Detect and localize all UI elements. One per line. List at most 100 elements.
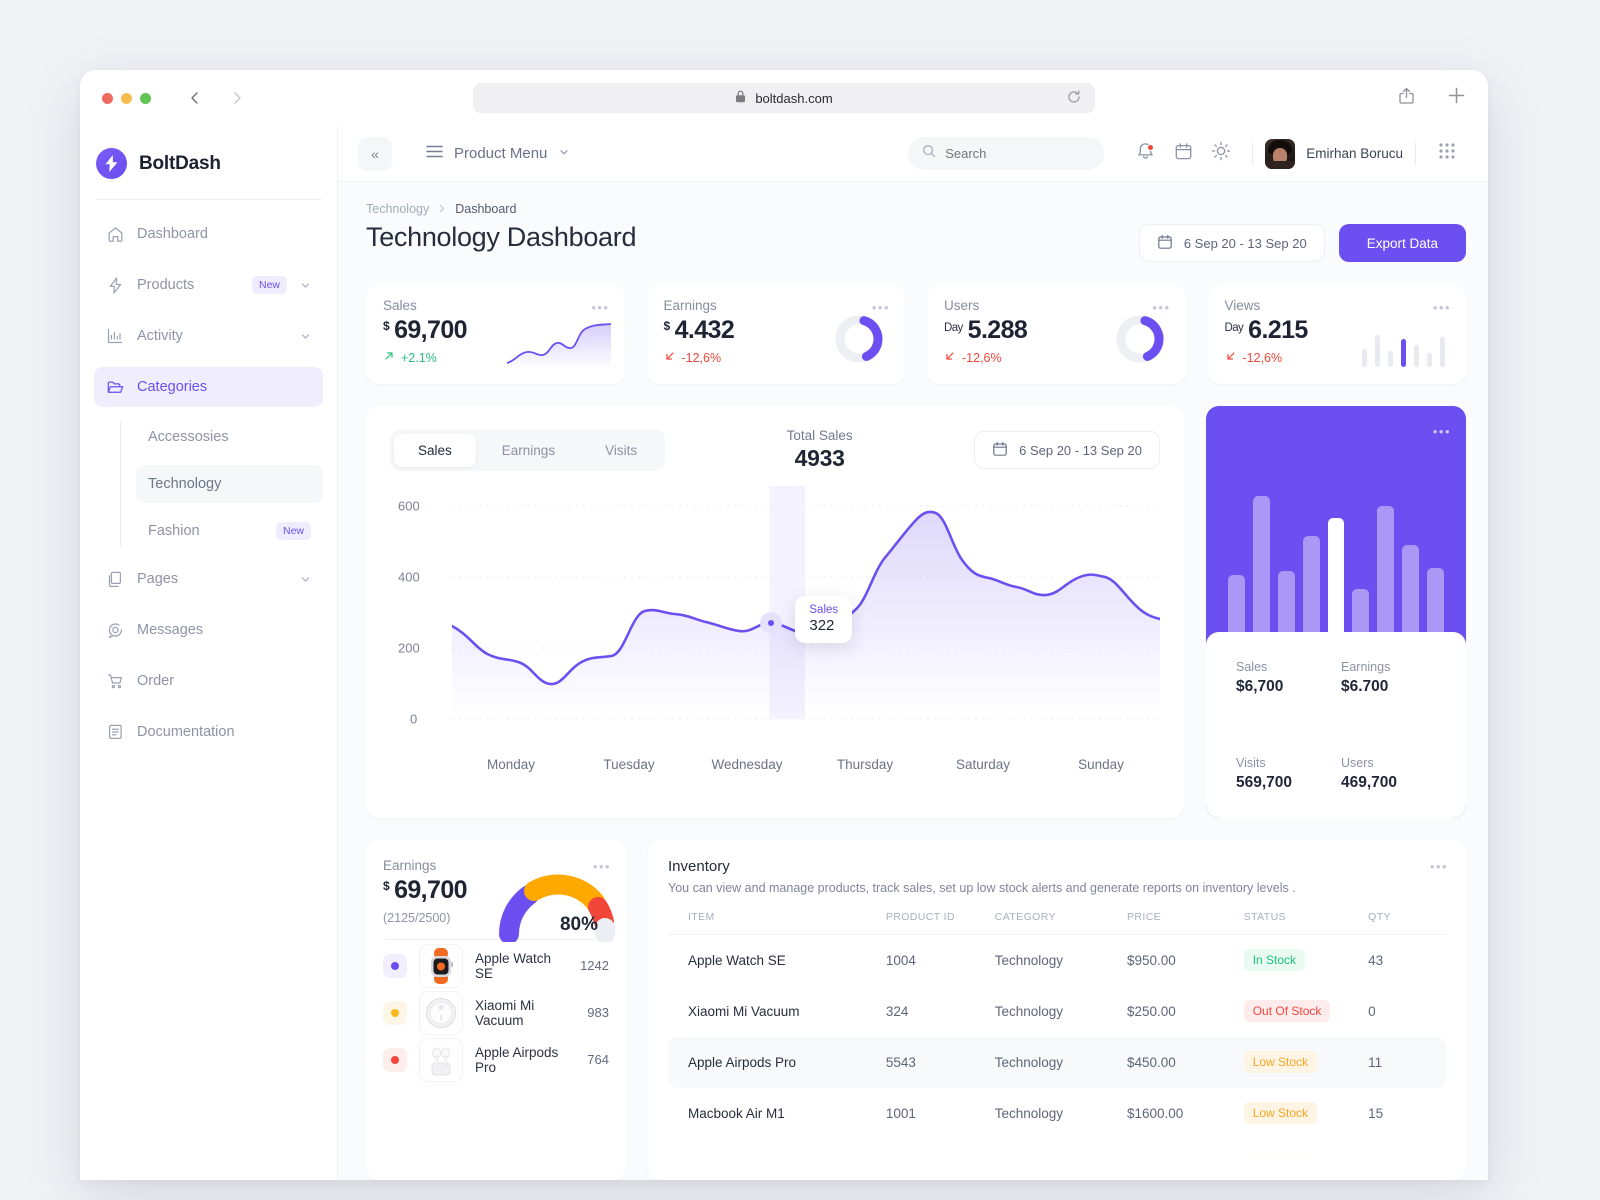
cell-qty: 0: [1368, 1003, 1376, 1019]
sidebar-subitem-label: Accessosies: [148, 429, 229, 445]
sidebar-item-accessosies[interactable]: Accessosies: [136, 418, 323, 456]
x-tick-label: Thursday: [836, 757, 894, 772]
total-sales: Total Sales 4933: [787, 428, 853, 472]
color-dot-badge: [383, 953, 407, 978]
sidebar: BoltDash Dashboard Products New Activity…: [80, 126, 338, 1180]
theme-toggle-button[interactable]: [1202, 135, 1240, 173]
browser-window: boltdash.com BoltDash Dashboard Products…: [80, 70, 1488, 1180]
more-dots-icon[interactable]: •••: [1433, 424, 1451, 439]
list-item[interactable]: Xiaomi Mi Vacuum 983: [383, 989, 609, 1036]
search-box[interactable]: [908, 137, 1105, 170]
sidebar-item-technology[interactable]: Technology: [136, 465, 323, 503]
stat-card-views: Views ••• Day 6.215 -12,6%: [1207, 284, 1466, 384]
column-header-price[interactable]: PRICE: [1127, 911, 1244, 935]
sidebar-item-label: Dashboard: [137, 226, 208, 242]
brand[interactable]: BoltDash: [80, 126, 337, 199]
table-row[interactable]: Macbook Air M1 1001 Accessories $65.00 L…: [668, 1139, 1446, 1181]
search-icon: [922, 144, 936, 163]
earnings-value: 69,700: [394, 876, 467, 904]
bar: [1377, 506, 1395, 638]
chart-hover-point[interactable]: [760, 611, 783, 634]
chevron-down-icon[interactable]: [300, 574, 311, 585]
tab-sales[interactable]: Sales: [394, 433, 476, 467]
column-header-status[interactable]: STATUS: [1244, 911, 1368, 935]
tab-earnings[interactable]: Earnings: [478, 434, 579, 467]
sidebar-item-dashboard[interactable]: Dashboard: [94, 214, 323, 254]
column-header-category[interactable]: CATEGORY: [995, 911, 1127, 935]
stat-card-users: Users ••• Day 5.288 -12,6%: [927, 284, 1186, 384]
stat-delta-value: -12,6%: [681, 350, 722, 365]
breadcrumb-current: Dashboard: [455, 202, 517, 216]
chevron-down-icon[interactable]: [558, 145, 570, 162]
earnings-gauge-card: ••• Earnings $ 69,700 (2125/2500) 80% Ap…: [366, 840, 626, 1180]
notifications-button[interactable]: [1126, 135, 1164, 173]
minimize-window-button[interactable]: [121, 92, 132, 104]
forward-arrow-icon[interactable]: [229, 90, 245, 106]
address-bar[interactable]: boltdash.com: [473, 83, 1095, 113]
column-header-qty[interactable]: QTY: [1368, 911, 1446, 935]
reload-icon[interactable]: [1067, 89, 1081, 107]
more-dots-icon[interactable]: •••: [1433, 300, 1451, 315]
product-menu-label: Product Menu: [454, 145, 548, 162]
sidebar-nav: Dashboard Products New Activity Categori…: [80, 214, 337, 752]
column-header-product-id[interactable]: PRODUCT ID: [886, 911, 995, 935]
user-menu[interactable]: Emirhan Borucu: [1265, 138, 1403, 169]
sidebar-item-label: Activity: [137, 328, 183, 344]
folder-icon: [106, 378, 124, 396]
list-item[interactable]: Apple Watch SE 1242: [383, 942, 609, 989]
calendar-button[interactable]: [1164, 135, 1202, 173]
apps-grid-button[interactable]: [1428, 135, 1466, 173]
table-row[interactable]: Apple Airpods Pro 5543 Technology $450.0…: [668, 1036, 1446, 1088]
chevron-down-icon[interactable]: [300, 331, 311, 342]
cell-item: Apple Airpods Pro: [668, 1036, 886, 1088]
more-dots-icon[interactable]: •••: [1430, 859, 1448, 874]
bar-highlight: [1327, 518, 1345, 638]
purple-stat-value: $6.700: [1341, 678, 1389, 695]
sidebar-item-fashion[interactable]: Fashion New: [136, 512, 323, 550]
product-count: 1242: [580, 958, 609, 973]
cell-qty: 54: [1368, 1156, 1384, 1172]
cell-qty: 11: [1368, 1036, 1446, 1088]
sidebar-item-messages[interactable]: Messages: [94, 610, 323, 650]
sidebar-item-activity[interactable]: Activity: [94, 316, 323, 356]
list-item[interactable]: Apple Airpods Pro 764: [383, 1036, 609, 1083]
more-dots-icon[interactable]: •••: [591, 300, 609, 315]
y-axis: 600 400 200 0: [398, 498, 420, 727]
back-arrow-icon[interactable]: [187, 90, 203, 106]
column-header-item[interactable]: ITEM: [668, 911, 886, 935]
table-row[interactable]: Xiaomi Mi Vacuum 324 Technology $250.00 …: [668, 986, 1446, 1037]
cell-product-id: 1004: [885, 952, 916, 968]
table-row[interactable]: Apple Watch SE 1004 Technology $950.00 I…: [668, 935, 1446, 986]
sidebar-item-categories[interactable]: Categories: [94, 367, 323, 407]
gauge-percent: 80%: [559, 914, 598, 935]
bar: [1302, 536, 1320, 638]
chart-date-range-picker[interactable]: 6 Sep 20 - 13 Sep 20: [974, 431, 1160, 469]
browser-nav[interactable]: [187, 90, 245, 106]
stat-label: Users: [944, 298, 980, 313]
collapse-sidebar-button[interactable]: «: [358, 136, 392, 171]
sidebar-item-label: Pages: [137, 571, 179, 587]
chevron-down-icon[interactable]: [300, 280, 311, 291]
tab-visits[interactable]: Visits: [581, 434, 661, 467]
export-data-button[interactable]: Export Data: [1338, 224, 1466, 262]
maximize-window-button[interactable]: [140, 92, 151, 104]
purple-stat-visits: Visits 569,700: [1236, 756, 1331, 819]
sidebar-item-pages[interactable]: Pages: [94, 559, 323, 599]
breadcrumb-parent[interactable]: Technology: [366, 202, 429, 216]
sidebar-item-order[interactable]: Order: [94, 661, 323, 701]
table-row[interactable]: Macbook Air M1 1001 Technology $1600.00 …: [668, 1088, 1446, 1139]
close-window-button[interactable]: [102, 92, 113, 104]
sidebar-item-products[interactable]: Products New: [94, 265, 323, 305]
arrow-down-icon: [664, 350, 676, 365]
search-input[interactable]: [945, 146, 1091, 161]
date-range-picker[interactable]: 6 Sep 20 - 13 Sep 20: [1138, 224, 1325, 262]
purple-stat-sales: Sales $6,700: [1236, 660, 1331, 723]
chart-tabs: Sales Earnings Visits: [390, 429, 666, 471]
sidebar-item-documentation[interactable]: Documentation: [94, 712, 323, 752]
plus-icon[interactable]: [1447, 86, 1466, 110]
product-name: Apple Watch SE: [475, 950, 552, 981]
share-icon[interactable]: [1398, 87, 1415, 110]
browser-actions[interactable]: [1398, 86, 1466, 110]
product-menu-dropdown[interactable]: Product Menu: [426, 145, 570, 162]
window-controls[interactable]: [102, 92, 151, 104]
